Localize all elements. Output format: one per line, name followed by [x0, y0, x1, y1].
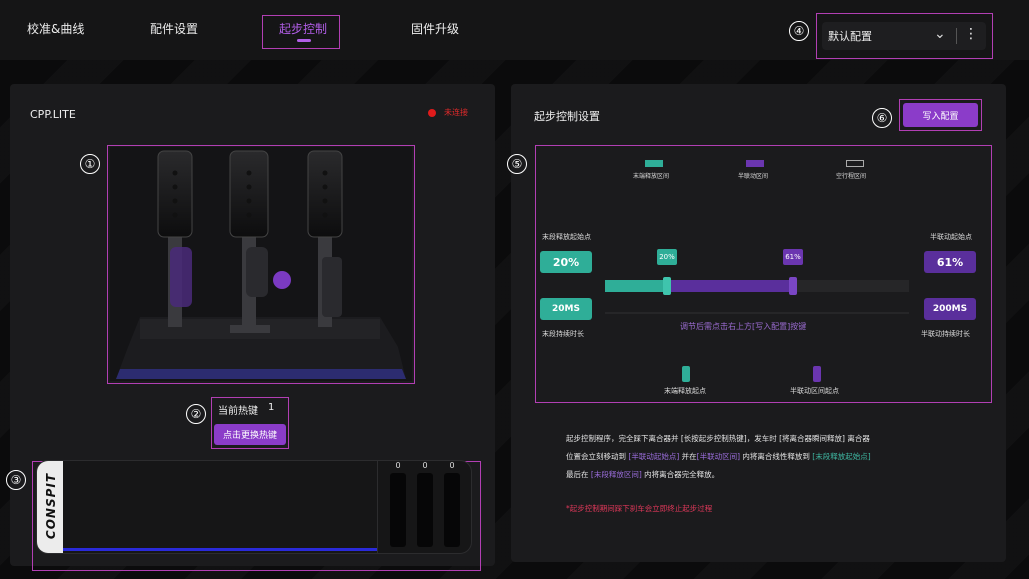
desc-release-zone: [末段释放区间]: [590, 470, 642, 479]
brake-warning: *起步控制期间踩下刹车会立即终止起步过程: [566, 504, 713, 513]
legend-swatch-idle: [846, 160, 864, 167]
slider-lower-track: [605, 312, 909, 314]
release-slider-handle[interactable]: [663, 277, 671, 295]
change-hotkey-button[interactable]: 点击更换热键: [214, 424, 286, 445]
release-start-marker-label: 末端释放起点: [664, 387, 706, 395]
pedal-bar-3: [444, 473, 460, 547]
pedal-set-image: [110, 147, 412, 381]
profile-select[interactable]: 默认配置 ⌄ ⋮: [822, 22, 986, 50]
legend-label-release: 末端释放区间: [633, 173, 670, 180]
brand-logo-text: CONSPIT: [44, 472, 58, 540]
input-level-bar: [63, 548, 377, 551]
brand-logo: CONSPIT: [37, 461, 63, 553]
release-tooltip: 20%: [657, 249, 677, 265]
pedal-value-2: 0: [422, 461, 428, 470]
description-line-3: 最后在 [末段释放区间] 内将离合器完全释放。: [566, 469, 719, 480]
release-duration-label: 末段持续时长: [542, 330, 584, 338]
write-config-button[interactable]: 写入配置: [903, 103, 978, 127]
callout-number-5: ⑤: [507, 154, 527, 174]
more-vertical-icon[interactable]: ⋮: [962, 26, 980, 46]
desc-text: 内将离合器完全释放。: [641, 470, 720, 479]
pedal-value-3: 0: [449, 461, 455, 470]
legend-label-half: 半联动区间: [738, 173, 769, 180]
half-duration-value[interactable]: 200MS: [924, 298, 976, 320]
hotkey-label: 当前热键: [218, 406, 258, 417]
half-start-label: 半联动起始点: [930, 233, 972, 241]
desc-half-zone: [半联动区间]: [696, 452, 740, 461]
legend-swatch-half: [746, 160, 764, 167]
profile-select-value: 默认配置: [828, 30, 872, 43]
half-tooltip: 61%: [783, 249, 803, 265]
chevron-down-icon: ⌄: [934, 26, 946, 42]
release-start-label: 末段释放起始点: [542, 233, 591, 241]
slider-half-segment: [667, 280, 793, 292]
half-duration-label: 半联动持续时长: [921, 330, 970, 338]
desc-text: 并在: [679, 452, 697, 461]
half-slider-handle[interactable]: [789, 277, 797, 295]
callout-number-4: ④: [789, 21, 809, 41]
strip-divider: [377, 461, 378, 553]
half-start-value[interactable]: 61%: [924, 251, 976, 273]
legend-swatch-release: [645, 160, 663, 167]
pedal-value-1: 0: [395, 461, 401, 470]
hotkey-value: 1: [268, 402, 275, 413]
desc-half-start: [半联动起始点]: [628, 452, 680, 461]
connection-status: 未连接: [444, 108, 468, 117]
half-start-marker: [813, 366, 821, 382]
tab-firmware[interactable]: 固件升级: [411, 20, 459, 37]
slider-release-segment: [605, 280, 667, 292]
pedal-input-strip: CONSPIT 0 0 0: [36, 460, 472, 554]
callout-number-1: ①: [80, 154, 100, 174]
release-start-value[interactable]: 20%: [540, 251, 592, 273]
desc-text: 最后在: [566, 470, 591, 479]
legend-label-idle: 空行程区间: [836, 173, 867, 180]
desc-text: 内将离合线性释放到: [740, 452, 813, 461]
status-dot-icon: [428, 109, 436, 117]
launch-settings-title: 起步控制设置: [534, 110, 600, 123]
callout-number-3: ③: [6, 470, 26, 490]
desc-release-start: [末段释放起始点]: [812, 452, 871, 461]
description-line-2: 位置会立刻移动到 [半联动起始点] 并在[半联动区间] 内将离合线性释放到 [末…: [566, 451, 871, 462]
callout-box-5: [535, 145, 992, 403]
release-start-marker: [682, 366, 690, 382]
pedal-bar-2: [417, 473, 433, 547]
callout-number-6: ⑥: [872, 108, 892, 128]
select-divider: [956, 28, 957, 44]
pedal-bar-1: [390, 473, 406, 547]
tab-calibration[interactable]: 校准&曲线: [27, 20, 84, 37]
device-title: CPP.LITE: [30, 108, 76, 121]
callout-box-tab: [262, 15, 340, 49]
tab-accessories[interactable]: 配件设置: [150, 20, 198, 37]
write-hint-text: 调节后需点击右上方[写入配置]按键: [680, 322, 807, 331]
callout-number-2: ②: [186, 404, 206, 424]
half-start-marker-label: 半联动区间起点: [790, 387, 839, 395]
description-line-1: 起步控制程序，完全踩下离合器并 [长按起步控制热键]，发车时 [将离合器瞬间释放…: [566, 434, 870, 443]
release-duration-value[interactable]: 20MS: [540, 298, 592, 320]
desc-text: 位置会立刻移动到: [566, 452, 629, 461]
